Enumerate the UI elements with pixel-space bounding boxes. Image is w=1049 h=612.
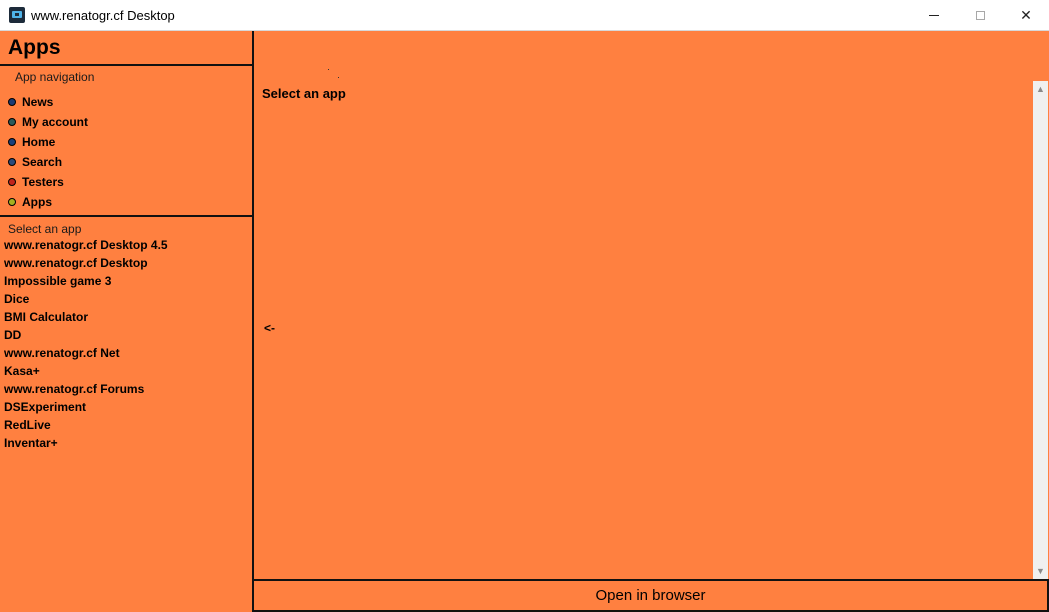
list-item[interactable]: DSExperiment — [4, 398, 168, 416]
list-item[interactable]: Dice — [4, 290, 168, 308]
nav-item-apps[interactable]: Apps — [8, 192, 88, 212]
nav-item-my-account[interactable]: My account — [8, 112, 88, 132]
open-in-browser-button[interactable]: Open in browser — [252, 579, 1049, 612]
nav-item-news[interactable]: News — [8, 92, 88, 112]
back-button[interactable]: <- — [264, 321, 275, 335]
close-button[interactable]: ✕ — [1003, 0, 1049, 30]
loading-dot — [328, 69, 329, 70]
nav-item-testers[interactable]: Testers — [8, 172, 88, 192]
radio-dot-icon — [8, 118, 16, 126]
radio-dot-icon — [8, 138, 16, 146]
list-item[interactable]: www.renatogr.cf Desktop 4.5 — [4, 236, 168, 254]
radio-dot-icon — [8, 158, 16, 166]
window-title: www.renatogr.cf Desktop — [31, 8, 175, 23]
close-icon: ✕ — [1020, 6, 1032, 23]
app-logo-icon — [9, 7, 25, 23]
list-item[interactable]: www.renatogr.cf Net — [4, 344, 168, 362]
nav-item-label: News — [22, 95, 54, 109]
radio-dot-icon — [8, 178, 16, 186]
minimize-icon — [929, 14, 939, 16]
app-list: www.renatogr.cf Desktop 4.5 www.renatogr… — [4, 236, 168, 452]
sidebar-header: Apps — [0, 31, 252, 66]
maximize-button[interactable] — [957, 0, 1003, 30]
vertical-scrollbar[interactable]: ▲ ▼ — [1033, 81, 1048, 579]
list-item[interactable]: www.renatogr.cf Forums — [4, 380, 168, 398]
app-list-heading: Select an app — [8, 222, 82, 236]
list-item[interactable]: DD — [4, 326, 168, 344]
nav-item-label: Testers — [22, 175, 64, 189]
loading-dot — [338, 77, 339, 78]
title-bar: www.renatogr.cf Desktop ✕ — [0, 0, 1049, 31]
list-item[interactable]: RedLive — [4, 416, 168, 434]
list-item[interactable]: Inventar+ — [4, 434, 168, 452]
minimize-button[interactable] — [911, 0, 957, 30]
nav-item-label: Home — [22, 135, 56, 149]
nav-item-label: Apps — [22, 195, 52, 209]
app-navigation-list: News My account Home Search Testers Apps — [8, 92, 88, 212]
nav-item-label: Search — [22, 155, 63, 169]
list-item[interactable]: www.renatogr.cf Desktop — [4, 254, 168, 272]
nav-item-search[interactable]: Search — [8, 152, 88, 172]
app-navigation-heading: App navigation — [15, 70, 95, 84]
nav-item-home[interactable]: Home — [8, 132, 88, 152]
radio-dot-icon — [8, 98, 16, 106]
list-item[interactable]: Impossible game 3 — [4, 272, 168, 290]
main-heading: Select an app — [262, 86, 346, 101]
scroll-down-icon[interactable]: ▼ — [1033, 565, 1048, 577]
main-content: Select an app <- ▲ ▼ — [254, 31, 1049, 579]
maximize-icon — [975, 10, 985, 20]
app-navigation: App navigation News My account Home Sear… — [0, 66, 252, 217]
list-item[interactable]: BMI Calculator — [4, 308, 168, 326]
scroll-up-icon[interactable]: ▲ — [1033, 83, 1048, 95]
list-item[interactable]: Kasa+ — [4, 362, 168, 380]
nav-item-label: My account — [22, 115, 89, 129]
sidebar: Apps App navigation News My account Home… — [0, 31, 254, 612]
radio-dot-icon — [8, 198, 16, 206]
sidebar-title: Apps — [8, 36, 61, 59]
